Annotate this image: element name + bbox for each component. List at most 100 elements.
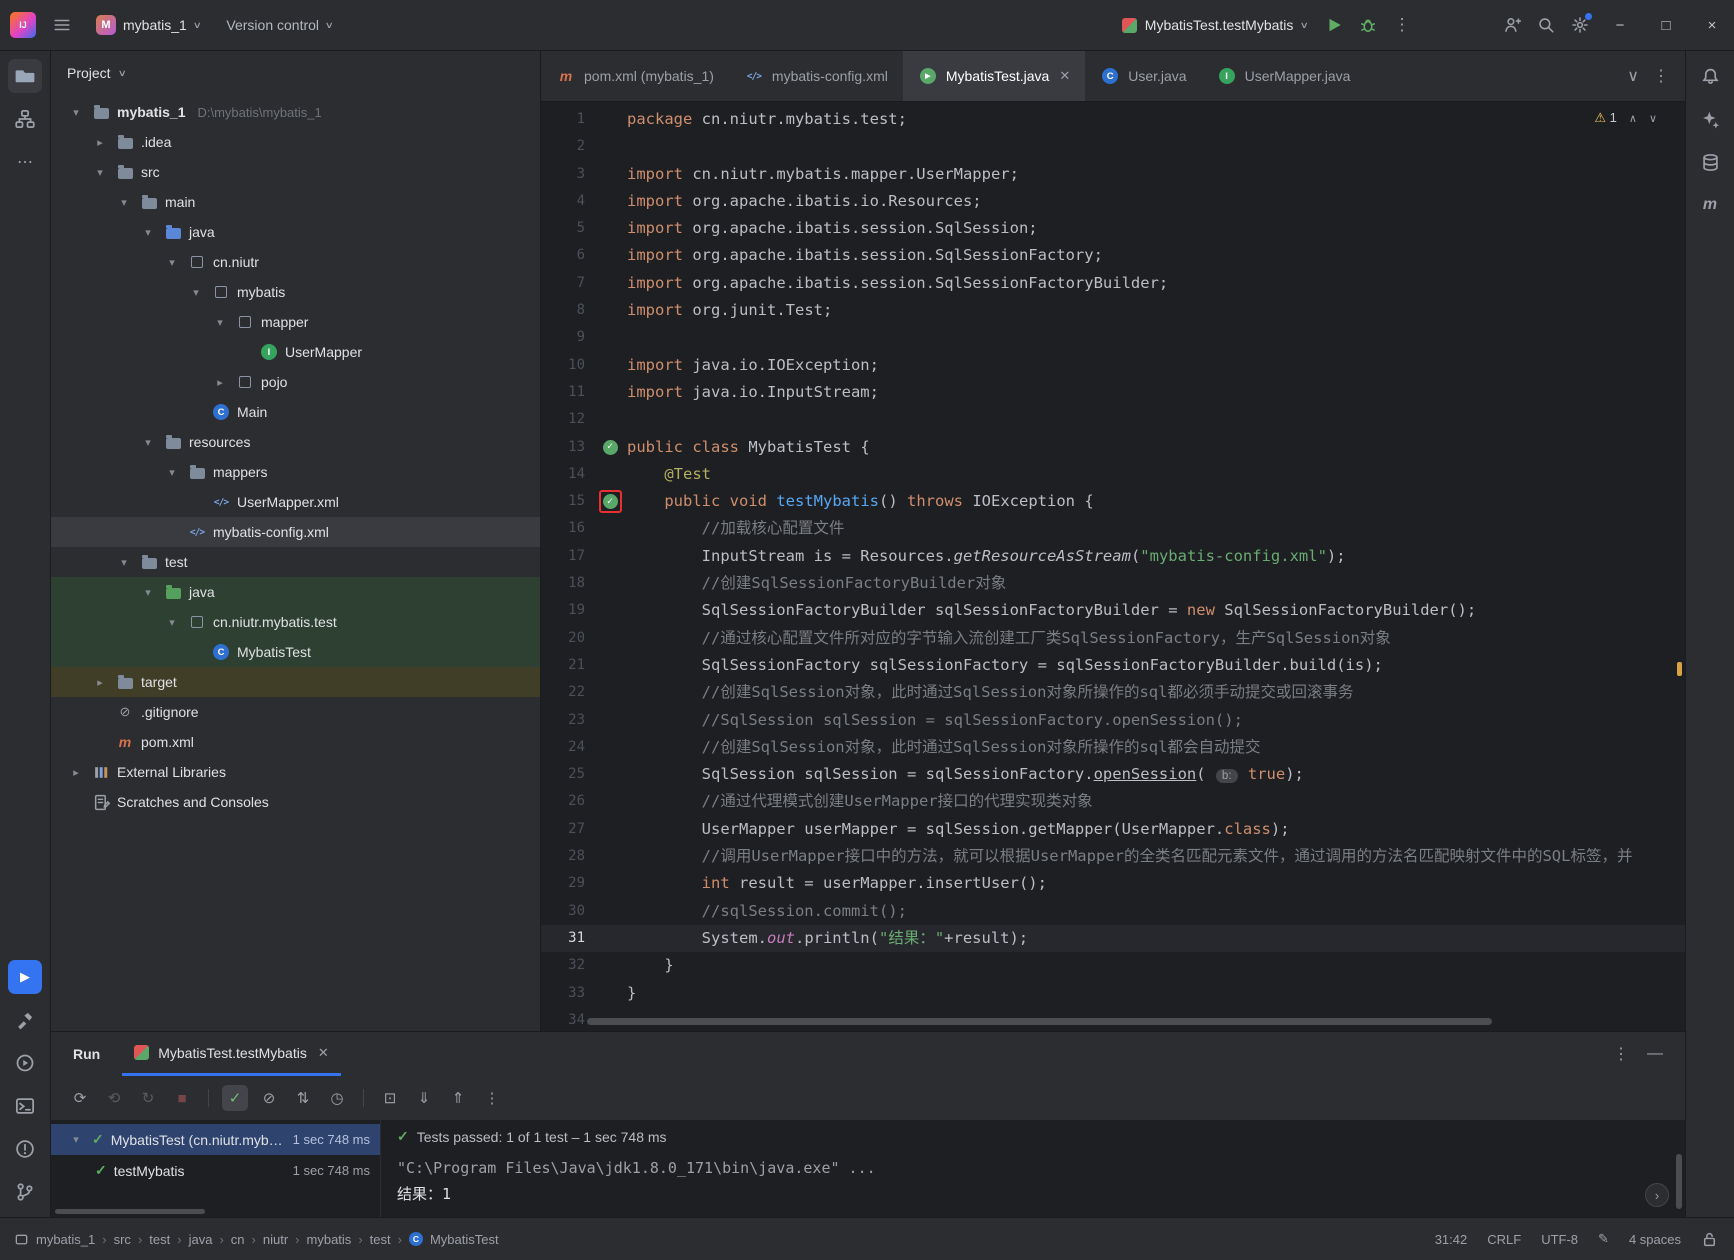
tree-item[interactable]: </>UserMapper.xml	[51, 487, 540, 517]
code-line[interactable]: 27 UserMapper userMapper = sqlSession.ge…	[541, 816, 1685, 843]
code-line[interactable]: 13✓public class MybatisTest {	[541, 434, 1685, 461]
test-tree-scrollbar[interactable]	[55, 1209, 205, 1214]
line-ending[interactable]: CRLF	[1487, 1232, 1521, 1247]
chevron-down-icon[interactable]: ▾	[187, 286, 205, 299]
code-line[interactable]: 21 SqlSessionFactory sqlSessionFactory =…	[541, 652, 1685, 679]
sort-by-duration-icon[interactable]: ◷	[324, 1085, 350, 1111]
editor-options-button[interactable]: ⋮	[1653, 66, 1669, 86]
run-config-widget[interactable]: MybatisTest.testMybatis ∨	[1114, 13, 1316, 37]
code-line[interactable]: 22 //创建SqlSession对象，此时通过SqlSession对象所操作的…	[541, 679, 1685, 706]
code-line[interactable]: 19 SqlSessionFactoryBuilder sqlSessionFa…	[541, 597, 1685, 624]
code-line[interactable]: 8import org.junit.Test;	[541, 297, 1685, 324]
maximize-button[interactable]: □	[1644, 6, 1688, 44]
tree-item[interactable]: ▸pojo	[51, 367, 540, 397]
code-line[interactable]: 30 //sqlSession.commit();	[541, 898, 1685, 925]
more-actions-button[interactable]: ⋮	[1386, 9, 1418, 41]
tree-item[interactable]: ▾mybatis_1D:\mybatis\mybatis_1	[51, 97, 540, 127]
editor-tab[interactable]: mpom.xml (mybatis_1)	[541, 51, 729, 101]
chevron-down-icon[interactable]: ▾	[91, 166, 109, 179]
expand-console-button[interactable]: ›	[1645, 1183, 1669, 1207]
breadcrumb-item[interactable]: mybatis	[307, 1232, 352, 1247]
horizontal-scrollbar[interactable]	[587, 1018, 1492, 1025]
more-options-icon[interactable]: ⋮	[479, 1085, 505, 1111]
ai-assistant-tool-button[interactable]	[1693, 102, 1727, 136]
lock-icon[interactable]	[1701, 1231, 1718, 1248]
close-icon[interactable]: ✕	[318, 1045, 329, 1061]
settings-button[interactable]	[1564, 9, 1596, 41]
test-history-icon[interactable]: ⊡	[377, 1085, 403, 1111]
code-line[interactable]: 5import org.apache.ibatis.session.SqlSes…	[541, 215, 1685, 242]
encoding[interactable]: UTF-8	[1541, 1232, 1578, 1247]
tree-item[interactable]: ▾mybatis	[51, 277, 540, 307]
code-line[interactable]: 12	[541, 406, 1685, 433]
tree-item[interactable]: ▸target	[51, 667, 540, 697]
more-tools-tool-button[interactable]: ⋯	[8, 145, 42, 179]
project-folder-tool-button[interactable]	[8, 59, 42, 93]
hidden-tabs-button[interactable]: ∨	[1627, 66, 1639, 86]
chevron-down-icon[interactable]: ▾	[139, 586, 157, 599]
breadcrumb-item[interactable]: test	[370, 1232, 391, 1247]
tree-item[interactable]: </>mybatis-config.xml	[51, 517, 540, 547]
code-line[interactable]: 4import org.apache.ibatis.io.Resources;	[541, 188, 1685, 215]
prev-warning-button[interactable]: ∧	[1629, 112, 1637, 125]
tree-item[interactable]: mpom.xml	[51, 727, 540, 757]
indent-size[interactable]: 4 spaces	[1629, 1232, 1681, 1247]
chevron-right-icon[interactable]: ▸	[211, 376, 229, 389]
search-everywhere-button[interactable]	[1530, 9, 1562, 41]
console-scrollbar[interactable]	[1676, 1154, 1682, 1209]
breadcrumb-item[interactable]: test	[149, 1232, 170, 1247]
code-line[interactable]: 17 InputStream is = Resources.getResourc…	[541, 543, 1685, 570]
code-line[interactable]: 2	[541, 133, 1685, 160]
code-line[interactable]: 7import org.apache.ibatis.session.SqlSes…	[541, 270, 1685, 297]
tree-item[interactable]: CMybatisTest	[51, 637, 540, 667]
code-line[interactable]: 6import org.apache.ibatis.session.SqlSes…	[541, 242, 1685, 269]
run-console[interactable]: ✓ Tests passed: 1 of 1 test – 1 sec 748 …	[381, 1120, 1685, 1217]
project-widget[interactable]: M mybatis_1 ∨	[88, 11, 208, 39]
main-menu-icon[interactable]	[46, 9, 78, 41]
tree-item[interactable]: ⊘.gitignore	[51, 697, 540, 727]
export-tests-icon[interactable]: ⇑	[445, 1085, 471, 1111]
tree-item[interactable]: ▾resources	[51, 427, 540, 457]
tree-item[interactable]: IUserMapper	[51, 337, 540, 367]
project-panel-header[interactable]: Project ∨	[51, 51, 540, 95]
notifications-tool-button[interactable]	[1693, 59, 1727, 93]
pen-icon[interactable]: ✎	[1598, 1231, 1609, 1247]
services-tool-button[interactable]	[8, 1046, 42, 1080]
code-line[interactable]: 20 //通过核心配置文件所对应的字节输入流创建工厂类SqlSessionFac…	[541, 625, 1685, 652]
run-test-gutter-icon[interactable]: ✓	[603, 440, 618, 455]
code-line[interactable]: 33}	[541, 980, 1685, 1007]
import-tests-icon[interactable]: ⇓	[411, 1085, 437, 1111]
code-line[interactable]: 23 //SqlSession sqlSession = sqlSessionF…	[541, 707, 1685, 734]
code-line[interactable]: 3import cn.niutr.mybatis.mapper.UserMapp…	[541, 161, 1685, 188]
inspection-widget[interactable]: ⚠ 1 ∧ ∨	[1594, 110, 1657, 126]
database-tool-button[interactable]	[1693, 145, 1727, 179]
tree-item[interactable]: ▾cn.niutr	[51, 247, 540, 277]
breadcrumb-item[interactable]: niutr	[263, 1232, 288, 1247]
close-button[interactable]: ×	[1690, 6, 1734, 44]
resume-icon[interactable]: ↻	[135, 1085, 161, 1111]
test-result-row[interactable]: ✓testMybatis1 sec 748 ms	[51, 1155, 380, 1186]
chevron-down-icon[interactable]: ▾	[67, 1133, 85, 1146]
code-line[interactable]: 29 int result = userMapper.insertUser();	[541, 870, 1685, 897]
run-tab[interactable]: MybatisTest.testMybatis ✕	[122, 1032, 341, 1076]
code-line[interactable]: 1package cn.niutr.mybatis.test;	[541, 106, 1685, 133]
chevron-down-icon[interactable]: ▾	[115, 196, 133, 209]
chevron-right-icon[interactable]: ▸	[91, 136, 109, 149]
user-account-button[interactable]	[1496, 9, 1528, 41]
run-button[interactable]	[1318, 9, 1350, 41]
code-line[interactable]: 32 }	[541, 952, 1685, 979]
close-icon[interactable]: ✕	[1059, 68, 1070, 84]
show-ignored-icon[interactable]: ⊘	[256, 1085, 282, 1111]
hide-panel-button[interactable]: —	[1647, 1045, 1663, 1063]
chevron-down-icon[interactable]: ▾	[163, 466, 181, 479]
tree-item[interactable]: ▾cn.niutr.mybatis.test	[51, 607, 540, 637]
problems-tool-button[interactable]	[8, 1132, 42, 1166]
code-line[interactable]: 16 //加载核心配置文件	[541, 515, 1685, 542]
breadcrumb-item[interactable]: cn	[231, 1232, 245, 1247]
editor-tab[interactable]: CUser.java	[1085, 51, 1201, 101]
editor-tab[interactable]: </>mybatis-config.xml	[729, 51, 903, 101]
tree-item[interactable]: ▸.idea	[51, 127, 540, 157]
tree-item[interactable]: ▾java	[51, 217, 540, 247]
stop-icon[interactable]: ■	[169, 1085, 195, 1111]
sort-alphabetically-icon[interactable]: ⇅	[290, 1085, 316, 1111]
